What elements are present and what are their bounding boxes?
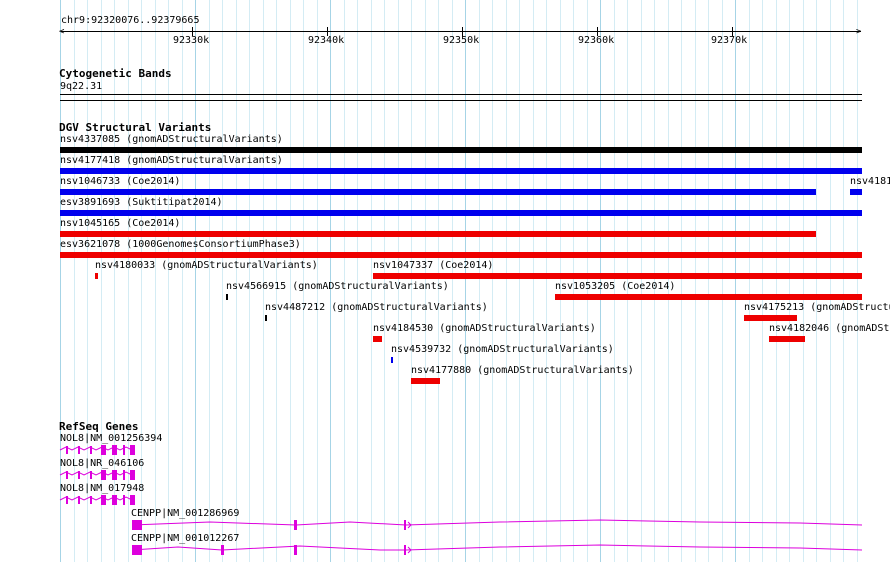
- gene-models[interactable]: [0, 0, 890, 562]
- gene-intron-line: [59, 446, 133, 451]
- gene-intron-line: [59, 471, 133, 476]
- gene-intron-line: [131, 544, 863, 551]
- gene-intron-line: [131, 519, 863, 526]
- genome-browser-view[interactable]: chr9:92320076..92379665 < > 92330k 92340…: [0, 0, 890, 562]
- gene-intron-line: [59, 496, 133, 501]
